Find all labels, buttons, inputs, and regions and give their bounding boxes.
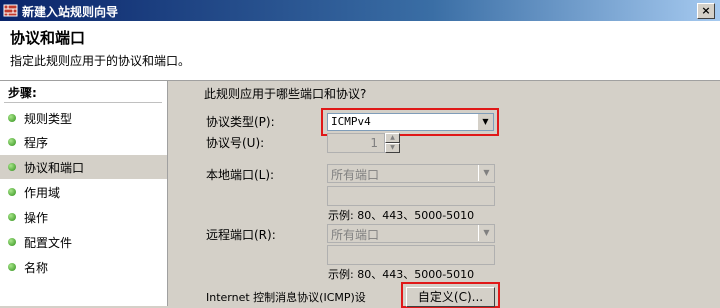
protocol-type-select[interactable]: ICMPv4 ▼ bbox=[327, 113, 494, 131]
protocol-type-label: 协议类型(P): bbox=[206, 115, 275, 129]
sidebar-item-rule-type[interactable]: 规则类型 bbox=[0, 106, 167, 130]
wizard-header: 协议和端口 指定此规则应用于的协议和端口。 bbox=[0, 21, 720, 81]
sidebar-item-profile[interactable]: 配置文件 bbox=[0, 230, 167, 254]
sidebar-item-name[interactable]: 名称 bbox=[0, 255, 167, 279]
step-bullet-icon bbox=[8, 213, 16, 221]
local-port-input[interactable] bbox=[327, 186, 495, 206]
icmp-settings-label: Internet 控制消息协议(ICMP)设 bbox=[206, 291, 366, 304]
question-text: 此规则应用于哪些端口和协议? bbox=[204, 87, 367, 101]
step-bullet-icon bbox=[8, 263, 16, 271]
step-bullet-icon bbox=[8, 238, 16, 246]
divider bbox=[4, 102, 162, 103]
step-bullet-icon bbox=[8, 163, 16, 171]
sidebar-item-scope[interactable]: 作用域 bbox=[0, 180, 167, 204]
close-button[interactable]: × bbox=[697, 3, 715, 19]
chevron-down-icon: ▼ bbox=[477, 114, 493, 130]
firewall-icon bbox=[3, 4, 18, 17]
chevron-down-icon: ▼ bbox=[478, 225, 494, 241]
content-panel: 此规则应用于哪些端口和协议? 协议类型(P): ICMPv4 ▼ 协议号(U):… bbox=[168, 81, 720, 308]
protocol-number-label: 协议号(U): bbox=[206, 136, 265, 150]
sidebar-item-protocol-ports[interactable]: 协议和端口 bbox=[0, 155, 167, 179]
page-subtitle: 指定此规则应用于的协议和端口。 bbox=[10, 54, 191, 68]
step-bullet-icon bbox=[8, 114, 16, 122]
local-port-example: 示例: 80、443、5000-5010 bbox=[328, 209, 475, 222]
local-port-select[interactable]: 所有端口 ▼ bbox=[327, 164, 495, 183]
chevron-down-icon: ▼ bbox=[478, 165, 494, 181]
steps-panel: 步骤: 规则类型 程序 协议和端口 作用域 操作 配置文件 名称 bbox=[0, 81, 168, 306]
step-bullet-icon bbox=[8, 188, 16, 196]
close-icon: × bbox=[701, 4, 711, 17]
window-title: 新建入站规则向导 bbox=[22, 5, 119, 19]
steps-title: 步骤: bbox=[8, 86, 37, 100]
remote-port-example: 示例: 80、443、5000-5010 bbox=[328, 268, 475, 281]
protocol-number-stepper[interactable]: 1 bbox=[327, 133, 385, 153]
title-bar: 新建入站规则向导 × bbox=[0, 0, 720, 21]
stepper-down-icon[interactable]: ▼ bbox=[385, 143, 400, 153]
customize-button[interactable]: 自定义(C)... bbox=[406, 287, 495, 307]
stepper-up-icon[interactable]: ▲ bbox=[385, 133, 400, 143]
local-port-label: 本地端口(L): bbox=[206, 168, 275, 182]
sidebar-item-action[interactable]: 操作 bbox=[0, 205, 167, 229]
step-bullet-icon bbox=[8, 138, 16, 146]
remote-port-input[interactable] bbox=[327, 245, 495, 265]
remote-port-label: 远程端口(R): bbox=[206, 228, 276, 242]
sidebar-item-program[interactable]: 程序 bbox=[0, 130, 167, 154]
remote-port-select[interactable]: 所有端口 ▼ bbox=[327, 224, 495, 243]
page-title: 协议和端口 bbox=[10, 29, 86, 47]
